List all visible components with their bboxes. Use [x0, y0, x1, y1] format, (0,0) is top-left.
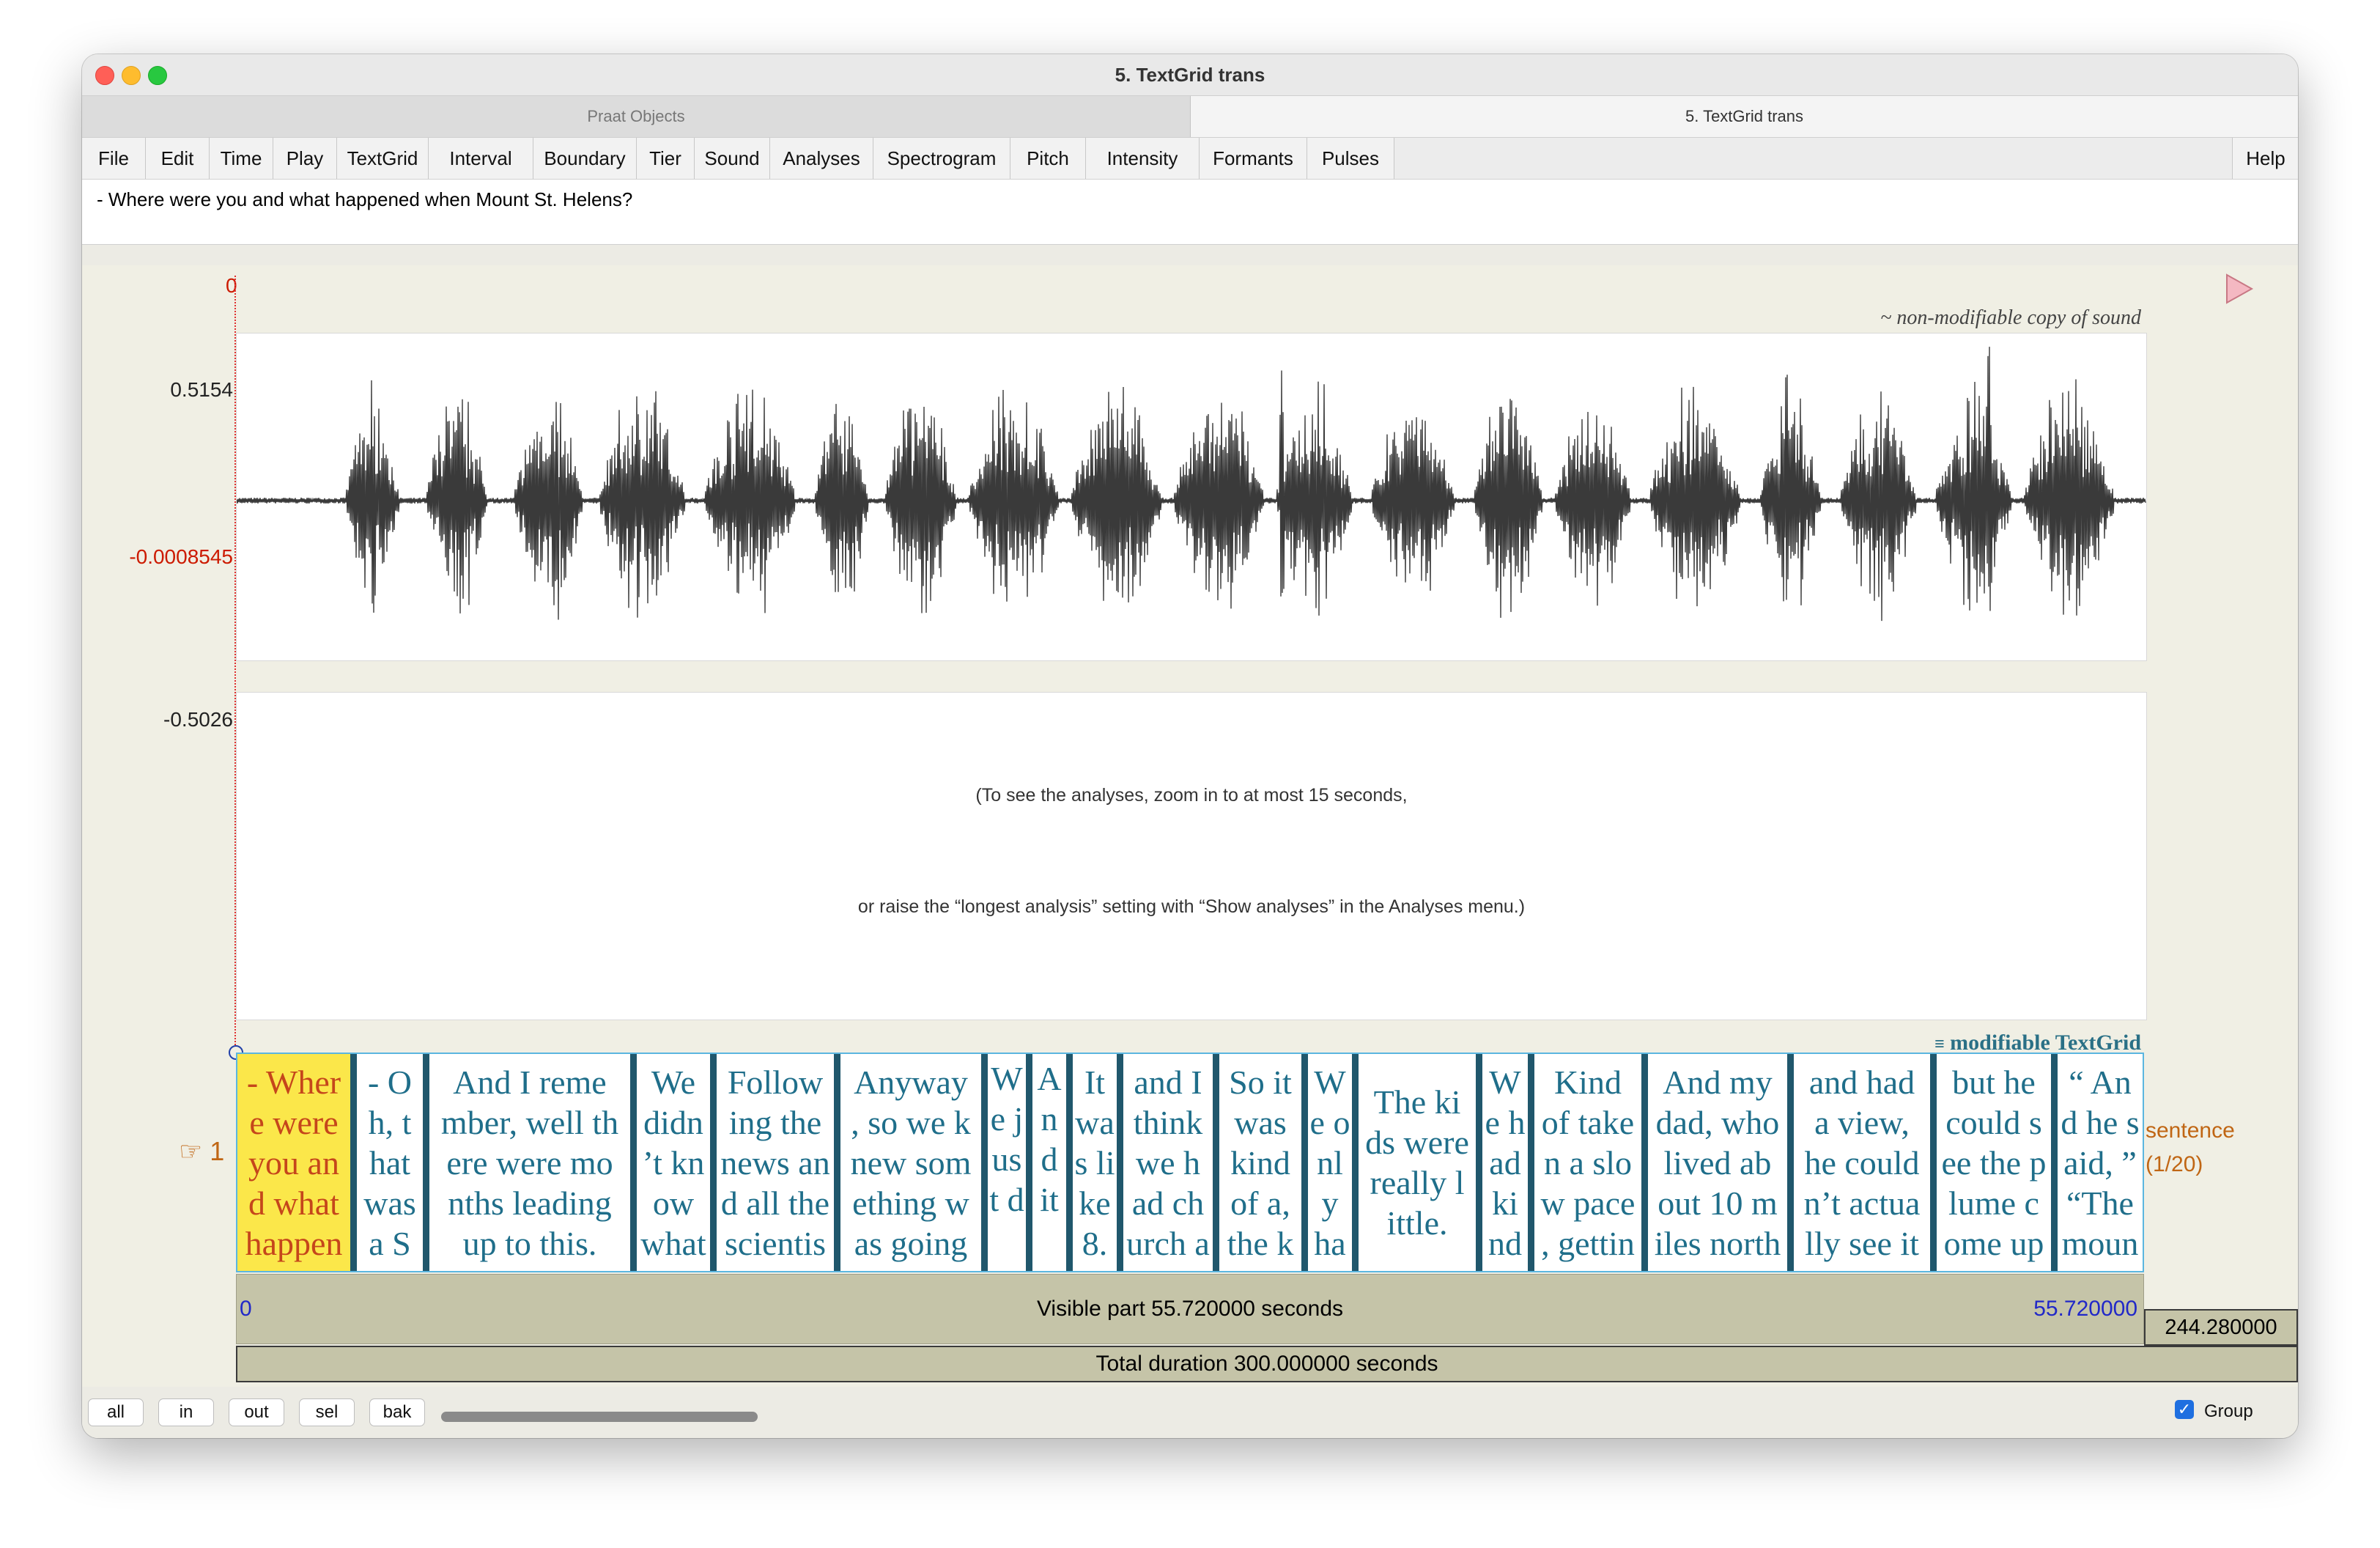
- tier-sentence[interactable]: - Wher e were you an d what happen - O h…: [236, 1053, 2144, 1272]
- menu-formants[interactable]: Formants: [1200, 138, 1307, 179]
- interval-boundary[interactable]: [1026, 1054, 1032, 1271]
- interval-boundary[interactable]: [1528, 1054, 1534, 1271]
- sound-ymin-label: -0.5026: [163, 708, 233, 731]
- textgrid-caption: ≡ modifiable TextGrid: [1934, 1031, 2141, 1055]
- zoom-back-button[interactable]: bak: [369, 1398, 425, 1426]
- menu-play[interactable]: Play: [273, 138, 337, 179]
- interval-15[interactable]: Kind of take n a slo w pace , gettin: [1534, 1054, 1641, 1271]
- total-duration-bar[interactable]: Total duration 300.000000 seconds: [236, 1346, 2298, 1382]
- visible-part-bar[interactable]: 0 Visible part 55.720000 seconds 55.7200…: [236, 1274, 2144, 1344]
- interval-2[interactable]: - O h, t hat was a S: [357, 1054, 423, 1271]
- interval-text-field[interactable]: - Where were you and what happened when …: [82, 180, 2298, 245]
- tier-count: (1/20): [2146, 1152, 2203, 1176]
- interval-boundary[interactable]: [350, 1054, 357, 1271]
- scrollbar-thumb[interactable]: [441, 1412, 758, 1422]
- textgrid-caption-label: modifiable TextGrid: [1950, 1031, 2141, 1055]
- interval-boundary[interactable]: [1066, 1054, 1073, 1271]
- menu-bar: File Edit Time Play TextGrid Interval Bo…: [82, 138, 2298, 180]
- menu-textgrid[interactable]: TextGrid: [337, 138, 429, 179]
- tab-praat-objects[interactable]: Praat Objects: [82, 96, 1191, 137]
- interval-boundary[interactable]: [710, 1054, 717, 1271]
- menu-help[interactable]: Help: [2232, 138, 2298, 179]
- interval-1[interactable]: - Wher e were you an d what happen: [237, 1054, 350, 1271]
- interval-7[interactable]: W e j us t d: [988, 1054, 1026, 1271]
- editor-area: 0 0.5154 -0.0008545 -0.5026 ~ non-modifi…: [82, 265, 2298, 1438]
- interval-boundary[interactable]: [1213, 1054, 1219, 1271]
- waveform: [236, 347, 2146, 622]
- interval-boundary[interactable]: [2051, 1054, 2058, 1271]
- zoom-all-button[interactable]: all: [88, 1398, 144, 1426]
- menu-pulses[interactable]: Pulses: [1307, 138, 1394, 179]
- interval-text-value: - Where were you and what happened when …: [97, 188, 633, 210]
- group-label: Group: [2204, 1401, 2253, 1421]
- interval-19[interactable]: “ An d he s aid, ” “The moun: [2058, 1054, 2143, 1271]
- interval-boundary[interactable]: [630, 1054, 637, 1271]
- sound-caption: ~ non-modifiable copy of sound: [1880, 306, 2141, 329]
- group-checkbox[interactable]: ✓: [2175, 1400, 2194, 1419]
- menu-sound[interactable]: Sound: [695, 138, 770, 179]
- menu-interval[interactable]: Interval: [429, 138, 533, 179]
- interval-boundary[interactable]: [1787, 1054, 1794, 1271]
- remaining-time-bar[interactable]: 244.280000: [2144, 1309, 2298, 1346]
- menu-spectrogram[interactable]: Spectrogram: [873, 138, 1010, 179]
- menu-intensity[interactable]: Intensity: [1086, 138, 1200, 179]
- analysis-panel[interactable]: (To see the analyses, zoom in to at most…: [236, 692, 2147, 1020]
- menu-tier[interactable]: Tier: [637, 138, 695, 179]
- interval-13[interactable]: The ki ds were really l ittle.: [1359, 1054, 1476, 1271]
- textgrid-editor-window: 5. TextGrid trans Praat Objects 5. TextG…: [82, 54, 2298, 1438]
- interval-9[interactable]: It wa s li ke 8.: [1073, 1054, 1117, 1271]
- bottom-toolbar: all in out sel bak ✓ Group: [82, 1387, 2298, 1438]
- interval-boundary[interactable]: [1641, 1054, 1648, 1271]
- sound-cursor-value: -0.0008545: [129, 545, 233, 568]
- interval-boundary[interactable]: [1117, 1054, 1123, 1271]
- menu-boundary[interactable]: Boundary: [533, 138, 637, 179]
- interval-12[interactable]: W e o nl y ha: [1308, 1054, 1352, 1271]
- interval-11[interactable]: So it was kind of a, the k: [1219, 1054, 1301, 1271]
- interval-17[interactable]: and had a view, he could n’t actua lly s…: [1794, 1054, 1930, 1271]
- waveform-panel[interactable]: [236, 333, 2147, 661]
- interval-boundary[interactable]: [1476, 1054, 1482, 1271]
- zoom-in-button[interactable]: in: [158, 1398, 214, 1426]
- menu-time[interactable]: Time: [210, 138, 273, 179]
- window-title: 5. TextGrid trans: [1115, 64, 1265, 86]
- interval-boundary[interactable]: [981, 1054, 988, 1271]
- interval-boundary[interactable]: [834, 1054, 840, 1271]
- zoom-out-button[interactable]: out: [229, 1398, 284, 1426]
- tier-number[interactable]: ☞ 1: [179, 1136, 224, 1167]
- analysis-message-line1: (To see the analyses, zoom in to at most…: [975, 785, 1408, 806]
- tab-bar: Praat Objects 5. TextGrid trans: [82, 96, 2298, 138]
- zoom-selection-button[interactable]: sel: [299, 1398, 355, 1426]
- visible-part-label: Visible part 55.720000 seconds: [1036, 1297, 1344, 1321]
- analysis-message-line2: or raise the “longest analysis” setting …: [857, 896, 1526, 917]
- interval-4[interactable]: We didn ’t kn ow what: [637, 1054, 710, 1271]
- menu-file[interactable]: File: [82, 138, 146, 179]
- menu-pitch[interactable]: Pitch: [1010, 138, 1086, 179]
- textgrid-lines-icon: ≡: [1934, 1035, 1945, 1054]
- tab-textgrid-trans[interactable]: 5. TextGrid trans: [1191, 96, 2298, 137]
- interval-boundary[interactable]: [1930, 1054, 1937, 1271]
- interval-8[interactable]: A n d it: [1032, 1054, 1066, 1271]
- title-bar: 5. TextGrid trans: [82, 54, 2298, 96]
- menu-edit[interactable]: Edit: [146, 138, 210, 179]
- interval-3[interactable]: And I reme mber, well th ere were mo nth…: [429, 1054, 630, 1271]
- interval-boundary[interactable]: [1301, 1054, 1308, 1271]
- interval-6[interactable]: Anyway , so we k new som ething w as goi…: [840, 1054, 981, 1271]
- waveform-trace: [236, 347, 2146, 622]
- visible-end-time: 55.720000: [2033, 1297, 2137, 1321]
- time-cursor: [234, 276, 236, 1045]
- menu-analyses[interactable]: Analyses: [770, 138, 873, 179]
- sound-ymax-label: 0.5154: [170, 378, 233, 401]
- interval-5[interactable]: Follow ing the news an d all the scienti…: [717, 1054, 834, 1271]
- interval-10[interactable]: and I think we h ad ch urch a: [1123, 1054, 1213, 1271]
- interval-boundary[interactable]: [1352, 1054, 1359, 1271]
- interval-16[interactable]: And my dad, who lived ab out 10 m iles n…: [1648, 1054, 1787, 1271]
- play-visible-icon[interactable]: [2225, 273, 2254, 305]
- tier-name: sentence: [2146, 1118, 2235, 1143]
- interval-18[interactable]: but he could s ee the p lume c ome up: [1937, 1054, 2051, 1271]
- interval-boundary[interactable]: [423, 1054, 429, 1271]
- interval-14[interactable]: W e h ad ki nd: [1482, 1054, 1528, 1271]
